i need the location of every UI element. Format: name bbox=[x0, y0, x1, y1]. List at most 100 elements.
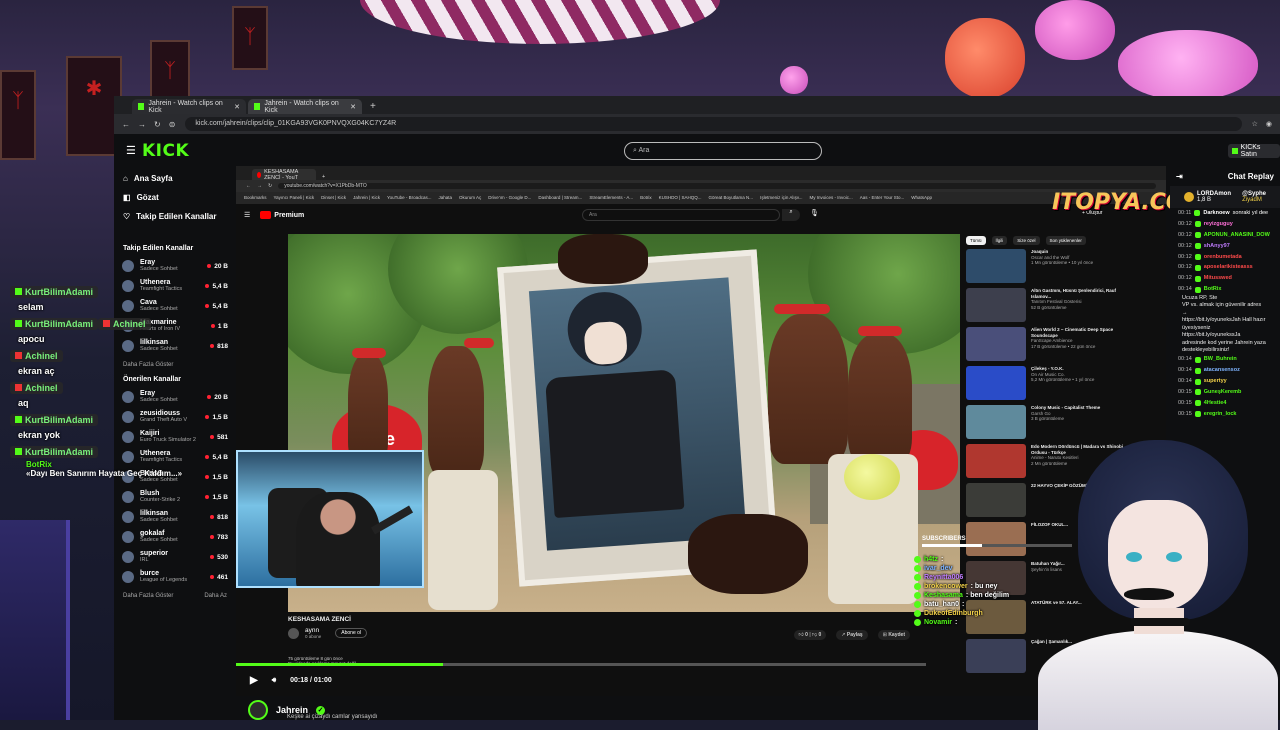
clip-progress-bar[interactable] bbox=[236, 663, 926, 666]
profile-icon[interactable]: ◉ bbox=[1266, 120, 1272, 128]
sidebar-channel-recommended[interactable]: lilkinsanSadece Sohbet818 bbox=[114, 507, 236, 527]
sidebar-channel-followed[interactable]: EraySadece Sohbet20 B bbox=[114, 256, 236, 276]
close-icon[interactable]: ✕ bbox=[350, 103, 356, 111]
bookmark-item[interactable]: Yayıncı Paneli | Kick bbox=[274, 195, 315, 201]
video-thumbnail[interactable] bbox=[966, 327, 1026, 361]
kick-logo[interactable]: KICK bbox=[142, 141, 189, 161]
bookmark-item[interactable]: Bookmarks bbox=[244, 195, 267, 201]
channel-avatar[interactable] bbox=[248, 700, 268, 720]
chat-message: 00:12reyizguguy bbox=[1170, 219, 1280, 230]
menu-icon[interactable]: ☰ bbox=[244, 211, 250, 219]
recommended-video[interactable]: Altın Gastmm, Hüsnü Şenlendirici, Rauf I… bbox=[966, 288, 1126, 326]
search-icon[interactable]: ⌕ bbox=[782, 209, 800, 221]
bookmark-item[interactable]: YouTube - Broadcas... bbox=[387, 195, 431, 201]
video-thumbnail[interactable] bbox=[966, 522, 1026, 556]
subscribe-button[interactable]: Abone ol bbox=[335, 628, 367, 638]
play-icon[interactable]: ▶ bbox=[250, 675, 258, 686]
nav-home[interactable]: ⌂Ana Sayfa bbox=[123, 174, 227, 183]
video-thumbnail[interactable] bbox=[966, 249, 1026, 283]
chat-username[interactable]: 4Hestie4 bbox=[1204, 400, 1227, 407]
filter-chip[interactable]: Son yüklenenler bbox=[1046, 236, 1086, 245]
new-tab-button[interactable]: + bbox=[364, 101, 382, 114]
recommended-video[interactable]: JoaquinOscar and the Wolf1 Mn görüntülem… bbox=[966, 249, 1126, 287]
chat-username[interactable]: BW_Buhrein bbox=[1204, 356, 1237, 363]
video-thumbnail[interactable] bbox=[966, 483, 1026, 517]
sidebar-channel-recommended[interactable]: burceLeague of Legends461 bbox=[114, 567, 236, 587]
video-thumbnail[interactable] bbox=[966, 444, 1026, 478]
youtube-search-input[interactable]: Ara bbox=[582, 209, 780, 221]
bookmark-item[interactable]: Drive'ım - Google D... bbox=[488, 195, 531, 201]
recommended-show-more[interactable]: Daha Fazla Göster bbox=[123, 593, 173, 599]
nav-following[interactable]: ♡Takip Edilen Kanallar bbox=[123, 212, 227, 221]
browser-tab-active[interactable]: Jahrein - Watch clips on Kick✕ bbox=[248, 99, 362, 114]
forward-icon[interactable]: → bbox=[138, 120, 146, 129]
youtube-url-input[interactable]: youtube.com/watch?v=X1PbDb-MTO bbox=[278, 183, 1156, 189]
url-input[interactable]: kick.com/jahrein/clips/clip_01KGA93VGK0P… bbox=[185, 117, 1241, 131]
bookmark-item[interactable]: Jahata bbox=[438, 195, 452, 201]
menu-icon[interactable]: ☰ bbox=[126, 144, 136, 157]
like-button[interactable]: 👍︎ 0 | 👎︎ 0 bbox=[794, 630, 827, 640]
chat-username[interactable]: supertyy bbox=[1204, 378, 1227, 385]
back-icon[interactable]: ← bbox=[122, 120, 130, 129]
chat-username[interactable]: reyizguguy bbox=[1204, 221, 1233, 228]
filter-chip[interactable]: Tümü bbox=[966, 236, 986, 245]
bookmark-star-icon[interactable]: ☆ bbox=[1252, 120, 1258, 128]
share-button[interactable]: ↗ Paylaş bbox=[836, 630, 867, 640]
site-info-icon[interactable]: ⊜ bbox=[169, 120, 176, 129]
bookmark-item[interactable]: WhatsApp bbox=[911, 195, 932, 201]
sidebar-channel-recommended[interactable]: superiorIRL530 bbox=[114, 547, 236, 567]
chat-username[interactable]: GuneşKeremb bbox=[1204, 389, 1242, 396]
bookmark-item[interactable]: My Invoices - Invoic... bbox=[810, 195, 853, 201]
volume-icon[interactable]: 🔊︎ bbox=[272, 677, 276, 685]
channel-name[interactable]: aynn bbox=[305, 627, 321, 634]
chat-username[interactable]: shAnyy97 bbox=[1204, 243, 1230, 250]
chat-username[interactable]: Darknoew bbox=[1203, 210, 1229, 217]
sidebar-channel-recommended[interactable]: gokalafSadece Sohbet783 bbox=[114, 527, 236, 547]
back-icon[interactable]: ← bbox=[246, 183, 251, 189]
recommended-video[interactable]: Çilekeş - Y.O.K.On Air Music Co.5,2 Mn g… bbox=[966, 366, 1126, 404]
kick-search-input[interactable]: ⌕ Ara bbox=[624, 142, 822, 160]
bookmark-item[interactable]: Okurum Aç bbox=[459, 195, 481, 201]
browser-tab[interactable]: Jahrein - Watch clips on Kick✕ bbox=[132, 99, 246, 114]
reload-icon[interactable]: ↻ bbox=[154, 120, 161, 129]
nav-browse[interactable]: ◧Gözat bbox=[123, 193, 227, 202]
bookmark-item[interactable]: Göreat Boyutlama N... bbox=[709, 195, 754, 201]
save-button[interactable]: ⊞ Kaydet bbox=[878, 630, 910, 640]
close-icon[interactable]: ✕ bbox=[234, 103, 240, 111]
chat-username[interactable]: Mitusswed bbox=[1204, 275, 1232, 282]
chat-username[interactable]: aposelarikisteasss bbox=[1204, 264, 1253, 271]
forward-icon[interactable]: → bbox=[257, 183, 262, 189]
recommended-video[interactable]: Alien World 2 ~ Cinematic Deep Space Sou… bbox=[966, 327, 1126, 365]
microphone-icon[interactable]: 🎙︎ bbox=[810, 209, 819, 217]
pinned-gift[interactable]: LORDAmon1,8 B @SypheZiyadM bbox=[1170, 186, 1280, 208]
new-tab-button[interactable]: + bbox=[322, 174, 325, 180]
collapse-chat-icon[interactable]: ⇥ bbox=[1176, 172, 1183, 181]
chat-username[interactable]: atacansensoz bbox=[1204, 367, 1240, 374]
chat-username[interactable]: orenbumetada bbox=[1204, 254, 1242, 261]
reload-icon[interactable]: ↻ bbox=[268, 183, 272, 189]
youtube-logo[interactable]: Premium bbox=[260, 211, 304, 219]
bookmark-item[interactable]: Işletmeniz için Alışv... bbox=[760, 195, 802, 201]
bookmark-item[interactable]: Botrix bbox=[640, 195, 652, 201]
channel-avatar[interactable] bbox=[288, 628, 299, 639]
bookmark-item[interactable]: StreamElements - A... bbox=[589, 195, 633, 201]
sidebar-channel-recommended[interactable]: BlushCounter-Strike 21,5 B bbox=[114, 487, 236, 507]
video-thumbnail[interactable] bbox=[966, 405, 1026, 439]
bookmark-item[interactable]: Dinset | Kick bbox=[321, 195, 346, 201]
chat-username[interactable]: eregrin_lock bbox=[1204, 411, 1237, 418]
timestamp: 00:12 bbox=[1178, 254, 1192, 261]
filter-chip[interactable]: İlgili bbox=[992, 236, 1008, 245]
bookmark-item[interactable]: KUSHDO | SAHQQ... bbox=[659, 195, 702, 201]
recommended-show-less[interactable]: Daha Az bbox=[204, 593, 227, 599]
video-thumbnail[interactable] bbox=[966, 366, 1026, 400]
video-thumbnail[interactable] bbox=[966, 639, 1026, 673]
bookmark-item[interactable]: Jahrein | Kick bbox=[353, 195, 380, 201]
youtube-tab[interactable]: KESHASAMA ZENCİ - YouT bbox=[252, 169, 316, 180]
bookmark-item[interactable]: Dashboard | Stream... bbox=[538, 195, 582, 201]
bookmark-item[interactable]: Aas - Enter Your Sto... bbox=[860, 195, 905, 201]
video-thumbnail[interactable] bbox=[966, 288, 1026, 322]
chat-username[interactable]: APONUN_ANASINI_DOW bbox=[1204, 232, 1270, 239]
recommended-video[interactable]: Colony Music - Capitalist ThemeGarsh Go3… bbox=[966, 405, 1126, 443]
filter-chip[interactable]: Size özel bbox=[1013, 236, 1039, 245]
kicks-buy-button[interactable]: KICKs Satın bbox=[1228, 144, 1280, 158]
